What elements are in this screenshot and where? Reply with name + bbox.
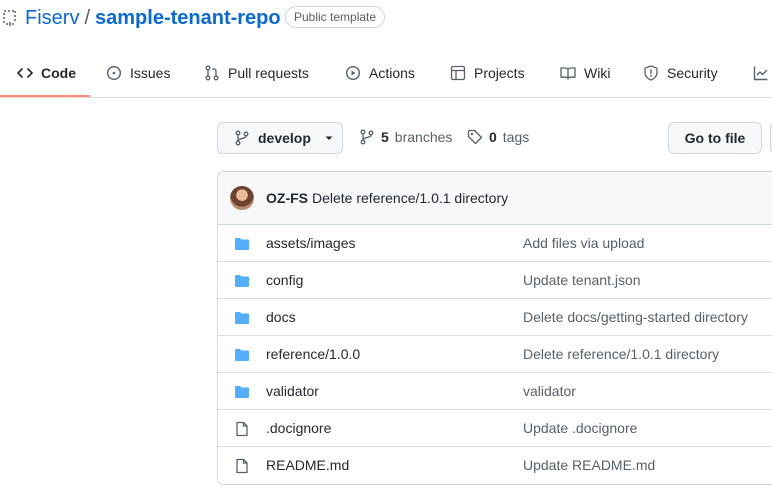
tab-label: Code [41, 64, 76, 81]
table-row[interactable]: reference/1.0.0 Delete reference/1.0.1 d… [218, 336, 772, 373]
file-commit-message[interactable]: Delete reference/1.0.1 directory [523, 336, 719, 372]
tag-icon [467, 129, 483, 145]
file-name[interactable]: reference/1.0.0 [266, 336, 360, 372]
branches-link[interactable]: 5 branches [359, 129, 452, 145]
tags-link[interactable]: 0 tags [467, 129, 529, 145]
tab-pull-requests[interactable]: Pull requests [204, 48, 309, 97]
code-icon [17, 67, 33, 78]
caret-down-icon [325, 136, 333, 140]
tab-label: Projects [474, 64, 525, 81]
repo-nav-tabs: Code Issues Pull requests Actions Projec… [0, 48, 772, 98]
file-name[interactable]: validator [266, 373, 319, 409]
repo-header: Fiserv / sample-tenant-repo Public templat… [0, 0, 772, 40]
file-commit-message[interactable]: Update .docignore [523, 410, 637, 446]
visibility-badge: Public template [285, 6, 386, 28]
table-icon [450, 65, 466, 80]
tab-label: Actions [369, 64, 415, 81]
table-row[interactable]: README.md Update README.md [218, 447, 772, 484]
folder-icon [235, 312, 249, 324]
tab-label: Issues [130, 64, 171, 81]
avatar[interactable] [230, 186, 254, 210]
tab-issues[interactable]: Issues [106, 48, 170, 97]
tab-projects[interactable]: Projects [450, 48, 525, 97]
book-icon [560, 66, 576, 80]
table-row[interactable]: .docignore Update .docignore [218, 410, 772, 447]
play-icon [345, 65, 361, 80]
file-name[interactable]: assets/images [266, 225, 355, 261]
file-name[interactable]: docs [266, 299, 296, 335]
repo-title: Fiserv / sample-tenant-repo [25, 5, 281, 31]
go-to-file-button[interactable]: Go to file [668, 122, 762, 154]
table-row[interactable]: config Update tenant.json [218, 262, 772, 299]
branch-select-button[interactable]: develop [217, 122, 343, 154]
tab-label: Security [667, 64, 718, 81]
commit-message[interactable]: Delete reference/1.0.1 directory [312, 190, 508, 206]
repo-template-icon [3, 10, 16, 26]
shield-icon [644, 64, 658, 81]
selected-tab-underline [0, 95, 90, 97]
file-name[interactable]: .docignore [266, 410, 331, 446]
tags-label: tags [502, 129, 530, 145]
graph-icon [753, 66, 768, 80]
file-icon [236, 458, 248, 474]
folder-icon [235, 238, 249, 250]
file-commit-message[interactable]: Update README.md [523, 447, 655, 483]
pull-request-icon [205, 65, 219, 80]
folder-icon [235, 386, 249, 398]
file-commit-message[interactable]: Add files via upload [523, 225, 644, 261]
folder-icon [235, 275, 249, 287]
tab-security[interactable]: Security [643, 48, 718, 97]
repo-owner-link[interactable]: Fiserv [25, 7, 79, 29]
table-row[interactable]: validator validator [218, 373, 772, 410]
issue-icon [106, 65, 122, 80]
table-row[interactable]: assets/images Add files via upload [218, 225, 772, 262]
repo-separator: / [84, 7, 91, 29]
folder-icon [235, 349, 249, 361]
tab-insights[interactable] [753, 48, 769, 97]
branch-icon [360, 129, 374, 145]
branches-count: 5 [381, 129, 389, 145]
file-name[interactable]: README.md [266, 447, 349, 483]
tab-wiki[interactable]: Wiki [560, 48, 610, 97]
latest-commit-bar: OZ-FS Delete reference/1.0.1 directory [218, 172, 772, 225]
tab-label: Pull requests [228, 64, 309, 81]
tab-actions[interactable]: Actions [345, 48, 415, 97]
repo-name-link[interactable]: sample-tenant-repo [95, 7, 281, 29]
file-listing: OZ-FS Delete reference/1.0.1 directory a… [217, 171, 772, 485]
commit-author[interactable]: OZ-FS [266, 190, 308, 206]
file-commit-message[interactable]: Delete docs/getting-started directory [523, 299, 748, 335]
tab-label: Wiki [584, 64, 611, 81]
branch-name: develop [258, 130, 311, 146]
branch-icon [235, 130, 249, 146]
file-name[interactable]: config [266, 262, 303, 298]
branches-label: branches [394, 129, 453, 145]
table-row[interactable]: docs Delete docs/getting-started directo… [218, 299, 772, 336]
file-commit-message[interactable]: validator [523, 373, 576, 409]
file-icon [236, 421, 248, 437]
file-commit-message[interactable]: Update tenant.json [523, 262, 641, 298]
tags-count: 0 [489, 129, 497, 145]
tab-code[interactable]: Code [17, 48, 76, 97]
